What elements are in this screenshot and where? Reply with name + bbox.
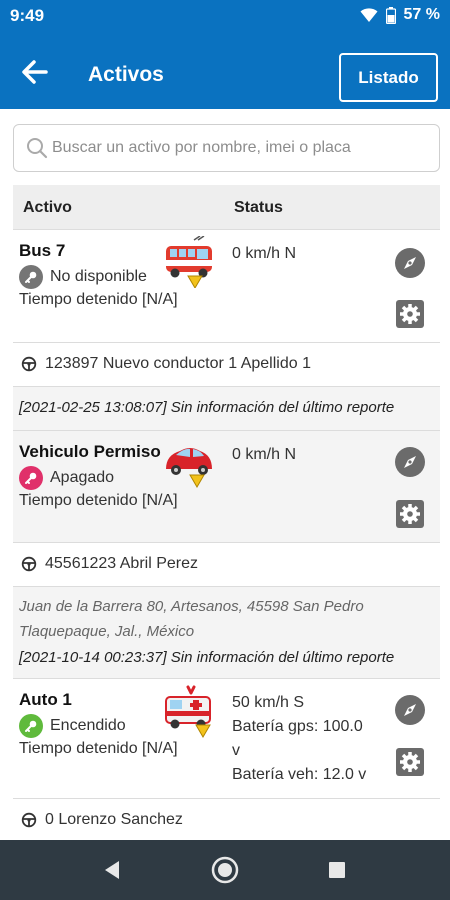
asset-state-label: Encendido [50,717,126,734]
table-header: Activo Status [13,185,440,230]
report-row: Juan de la Barrera 80, Artesanos, 45598 … [13,587,440,679]
address-line: Juan de la Barrera 80, Artesanos, 45598 … [19,598,364,615]
last-report: [2021-10-14 00:23:37] Sin información de… [19,649,395,666]
compass-icon[interactable] [394,694,426,726]
status-line: Batería gps: 100.0 [232,718,363,735]
system-nav-bar [0,840,450,900]
key-icon [19,714,43,738]
gear-icon[interactable] [394,746,426,778]
stopped-time: Tiempo detenido [N/A] [19,291,178,308]
driver-name: 123897 Nuevo conductor 1 Apellido 1 [45,355,311,372]
compass-icon[interactable] [394,446,426,478]
asset-row[interactable]: Bus 7 No disponible Tiempo detenido [N/A… [13,230,440,343]
app-bar: Activos Listado [0,32,450,109]
stopped-time: Tiempo detenido [N/A] [19,492,178,509]
asset-speed: 0 km/h N [232,446,297,463]
status-bar: 9:49 57 % [0,0,450,32]
asset-name: Bus 7 [19,241,66,260]
asset-state: No disponible [19,265,147,289]
nav-home-icon[interactable] [210,855,240,885]
driver-name: 0 Lorenzo Sanchez [45,811,183,828]
asset-state: Encendido [19,714,126,738]
asset-row[interactable]: Vehiculo Permiso Apagado Tiempo detenido… [13,431,440,543]
asset-status: 50 km/h S Batería gps: 100.0 v Batería v… [232,691,366,787]
car-icon [166,448,212,488]
driver-row: 123897 Nuevo conductor 1 Apellido 1 [13,343,440,387]
steering-wheel-icon [21,356,37,372]
asset-name: Vehiculo Permiso [19,442,161,461]
gear-icon[interactable] [394,298,426,330]
status-line: v [232,742,240,759]
report-row: [2021-02-25 13:08:07] Sin información de… [13,387,440,431]
search-input[interactable] [52,125,432,171]
asset-state: Apagado [19,466,114,490]
driver-row: 0 Lorenzo Sanchez [13,799,440,843]
page-title: Activos [88,63,164,86]
asset-speed: 0 km/h N [232,245,297,262]
driver-name: 45561223 Abril Perez [45,555,198,572]
last-report: [2021-02-25 13:08:07] Sin información de… [19,399,395,416]
bus-icon [166,236,212,288]
key-icon [19,466,43,490]
status-line: 50 km/h S [232,694,305,711]
back-arrow-icon[interactable] [18,56,50,88]
status-line: Batería veh: 12.0 v [232,766,367,783]
battery-icon [385,6,396,24]
status-time: 9:49 [10,6,45,25]
asset-state-label: No disponible [50,268,147,285]
asset-state-label: Apagado [50,469,115,486]
listado-button[interactable]: Listado [339,53,438,102]
battery-level: 57 % [403,6,440,23]
ambulance-icon [165,685,211,738]
driver-row: 45561223 Abril Perez [13,543,440,587]
address-line: Tlaquepaque, Jal., México [19,623,195,640]
column-header-activo: Activo [23,199,72,216]
search-box [13,124,440,172]
wifi-icon [360,8,378,22]
status-icons: 57 % [360,6,440,24]
gear-icon[interactable] [394,498,426,530]
nav-back-icon[interactable] [97,855,127,885]
nav-recents-icon[interactable] [322,855,352,885]
search-icon [27,138,48,159]
key-icon [19,265,43,289]
column-header-status: Status [234,199,283,216]
steering-wheel-icon [21,812,37,828]
stopped-time: Tiempo detenido [N/A] [19,740,178,757]
compass-icon[interactable] [394,247,426,279]
asset-name: Auto 1 [19,690,72,709]
steering-wheel-icon [21,556,37,572]
asset-row[interactable]: Auto 1 Encendido Tiempo detenido [N/A] 5… [13,679,440,799]
